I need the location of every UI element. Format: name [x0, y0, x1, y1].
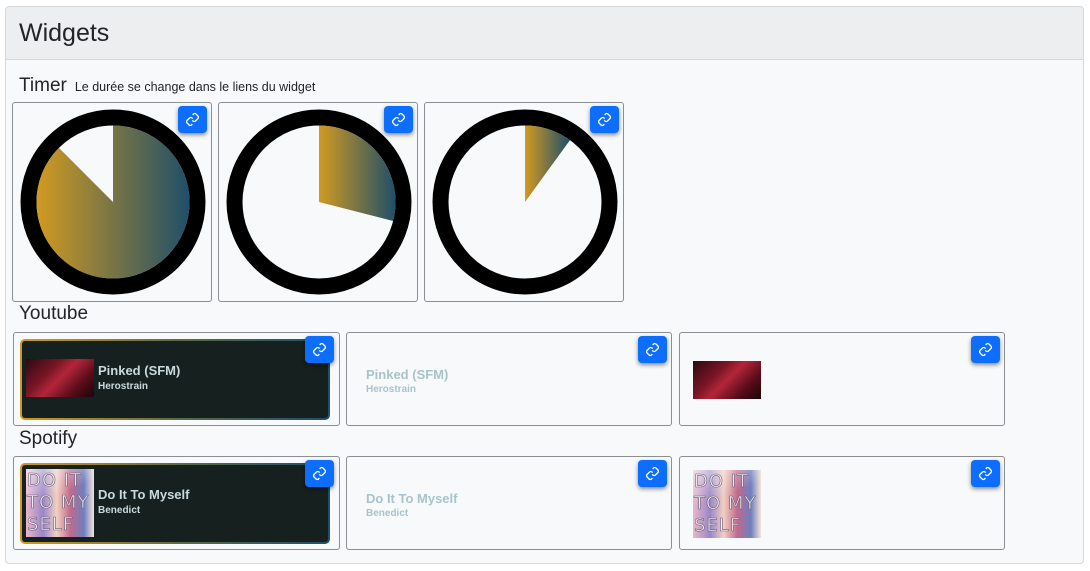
link-icon: [978, 466, 993, 481]
spotify-track-title: Do It To Myself: [98, 487, 190, 502]
timer-dial: [226, 109, 412, 295]
timer-section-title: Timer Le durée se change dans le liens du…: [19, 75, 315, 97]
youtube-widget-text: Pinked (SFM) Herostrain: [346, 332, 672, 426]
timer-dial: [20, 109, 206, 295]
youtube-track-artist: Herostrain: [98, 381, 149, 392]
spotify-3-link-button[interactable]: [971, 460, 1000, 487]
youtube-1-link-button[interactable]: [305, 336, 334, 363]
timer-widget-3: [424, 102, 624, 302]
widgets-card: Widgets Timer Le durée se change dans le …: [5, 6, 1084, 564]
spotify-album-cover: DO IT TO MY SELF: [26, 469, 94, 537]
youtube-thumbnail: [693, 361, 761, 399]
page-title: Widgets: [19, 18, 110, 47]
youtube-2-link-button[interactable]: [638, 336, 667, 363]
link-icon: [312, 466, 327, 481]
spotify-track-artist: Benedict: [98, 505, 141, 516]
timer-dial: [432, 109, 618, 295]
spotify-track-title: Do It To Myself: [366, 491, 458, 506]
spotify-title: Spotify: [19, 428, 78, 449]
timer-widget-1: [12, 102, 212, 302]
timer-3-link-button[interactable]: [590, 106, 619, 133]
cover-text: SELF: [694, 515, 742, 537]
youtube-track-title: Pinked (SFM): [98, 363, 181, 378]
cover-text: DO IT: [694, 471, 750, 493]
timer-1-link-button[interactable]: [178, 106, 207, 133]
link-icon: [185, 112, 200, 127]
spotify-track-artist: Benedict: [366, 508, 409, 519]
link-icon: [645, 466, 660, 481]
timer-note: Le durée se change dans le liens du widg…: [74, 80, 316, 94]
youtube-thumbnail: [26, 359, 94, 397]
link-icon: [312, 342, 327, 357]
timer-widget-2: [218, 102, 418, 302]
link-icon: [391, 112, 406, 127]
spotify-album-cover: DO IT TO MY SELF: [693, 470, 761, 538]
link-icon: [978, 342, 993, 357]
timer-2-link-button[interactable]: [384, 106, 413, 133]
link-icon: [597, 112, 612, 127]
youtube-3-link-button[interactable]: [971, 336, 1000, 363]
link-icon: [645, 342, 660, 357]
spotify-player-card: DO IT TO MY SELF Do It To Myself Benedic…: [20, 463, 330, 544]
cover-text: TO MY: [27, 492, 90, 514]
cover-text: TO MY: [694, 493, 757, 515]
timer-title: Timer: [19, 75, 67, 96]
spotify-widget-thumbnail: DO IT TO MY SELF: [679, 456, 1005, 550]
youtube-track-artist: Herostrain: [366, 384, 417, 395]
spotify-widget-card: DO IT TO MY SELF Do It To Myself Benedic…: [13, 456, 340, 550]
youtube-title: Youtube: [19, 303, 89, 324]
spotify-1-link-button[interactable]: [305, 460, 334, 487]
youtube-widget-thumbnail: [679, 332, 1005, 426]
spotify-widget-text: Do It To Myself Benedict: [346, 456, 672, 550]
spotify-2-link-button[interactable]: [638, 460, 667, 487]
youtube-player-card: Pinked (SFM) Herostrain: [20, 339, 330, 420]
card-header: Widgets: [6, 7, 1083, 60]
youtube-widget-card: Pinked (SFM) Herostrain: [13, 332, 340, 426]
cover-text: DO IT: [27, 470, 83, 492]
cover-text: SELF: [27, 514, 75, 536]
youtube-track-title: Pinked (SFM): [366, 367, 449, 382]
